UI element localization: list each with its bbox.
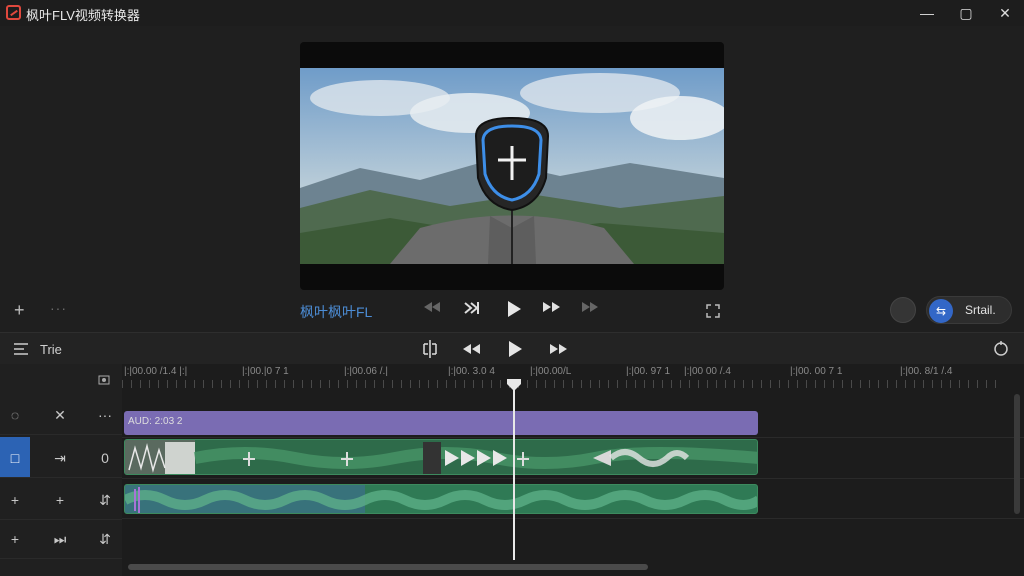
timeline-toolbar: Trie	[0, 332, 1024, 364]
timeline-forward-icon[interactable]	[548, 339, 570, 359]
playhead-handle[interactable]	[506, 378, 522, 392]
skip-back-icon[interactable]	[420, 300, 444, 320]
ruler-label: |:|00. 8/1 /.4	[900, 366, 953, 377]
expand-icon-2[interactable]: ⇵	[96, 530, 114, 548]
export-label: Srtail.	[965, 303, 996, 317]
add-icon[interactable]: +	[14, 300, 25, 321]
playhead[interactable]	[513, 382, 515, 560]
snapshot-icon[interactable]	[98, 372, 110, 390]
add-track-icon-2[interactable]: +	[6, 530, 24, 548]
timeline-area[interactable]: |:|00.00 /1.4 |:| |:|00.|0 7 1 |:|00.06 …	[122, 364, 1024, 576]
clip-label: 枫叶枫叶FL	[300, 304, 373, 320]
refresh-icon[interactable]	[992, 339, 1014, 359]
add-track-icon[interactable]: +	[6, 491, 24, 509]
minimize-button[interactable]: —	[912, 2, 942, 24]
split-icon[interactable]	[420, 339, 442, 359]
track-header-3[interactable]: + + ⇵	[0, 479, 122, 520]
track-divider	[122, 518, 1024, 519]
ruler-label: |:|00. 3.0 4	[448, 366, 495, 377]
close-button[interactable]: ✕	[990, 2, 1020, 24]
vertical-scrollbar[interactable]	[1014, 394, 1020, 514]
export-icon: ⇆	[929, 299, 953, 323]
audio-clip[interactable]	[124, 484, 758, 514]
export-button[interactable]: ⇆ Srtail.	[926, 296, 1012, 324]
timeline-label: Trie	[40, 342, 62, 357]
play-icon[interactable]	[502, 300, 526, 320]
record-button[interactable]	[890, 297, 916, 323]
track-count: 0	[101, 450, 109, 466]
track-header-2[interactable]: □ ⇥ 0	[0, 437, 122, 478]
more-icon[interactable]: ···	[50, 300, 67, 316]
video-preview[interactable]	[300, 42, 724, 290]
maximize-button[interactable]: ▢	[951, 2, 981, 24]
ruler-ticks	[122, 380, 1002, 388]
rewind-icon[interactable]	[460, 339, 482, 359]
horizontal-scrollbar[interactable]	[128, 564, 648, 570]
track-header-4[interactable]: + ⏭ ⇵	[0, 518, 122, 559]
video-clip[interactable]	[124, 439, 758, 475]
ruler-label: |:|00.06 /.|	[344, 366, 388, 377]
fullscreen-icon[interactable]	[706, 304, 720, 323]
track-jump-icon[interactable]: ⇥	[51, 449, 69, 467]
ruler-label: |:|00. 00 7 1	[790, 366, 843, 377]
add-clip-icon[interactable]: +	[51, 491, 69, 509]
audio-waveform	[125, 485, 757, 513]
app-logo-icon	[6, 5, 21, 20]
preview-frame	[300, 68, 724, 264]
cut-icon[interactable]: ✕	[51, 406, 69, 424]
ruler-label: |:|00.00/L	[530, 366, 572, 377]
loop-icon[interactable]: ◌	[6, 406, 24, 424]
app-title: 枫叶FLV视频转换器	[26, 8, 140, 23]
skip-end-icon[interactable]: ⏭	[51, 530, 69, 548]
track-divider	[122, 478, 1024, 479]
menu-icon[interactable]	[13, 342, 29, 361]
ruler-label: |:|00.00 /1.4 |:|	[124, 366, 188, 377]
video-clip-thumbnails	[125, 440, 757, 474]
track-select-icon[interactable]: □	[6, 449, 24, 467]
text-clip-label: AUD: 2:03 2	[128, 416, 183, 427]
ruler-label: |:|00. 97 1	[626, 366, 671, 377]
track-divider	[122, 437, 1024, 438]
ruler-label: |:|00 00 /.4	[684, 366, 731, 377]
more-options-icon[interactable]: ···	[96, 406, 114, 424]
frame-step-icon[interactable]	[460, 300, 484, 320]
title-bar: 枫叶FLV视频转换器 — ▢ ✕	[0, 0, 1024, 26]
text-clip[interactable]: AUD: 2:03 2	[124, 411, 758, 435]
track-header-1[interactable]: ◌ ✕ ···	[0, 394, 122, 435]
ruler-label: |:|00.|0 7 1	[242, 366, 289, 377]
fast-forward-icon[interactable]	[540, 300, 564, 320]
timeline-play-icon[interactable]	[506, 339, 528, 359]
expand-icon[interactable]: ⇵	[96, 491, 114, 509]
skip-forward-icon[interactable]	[578, 300, 602, 320]
